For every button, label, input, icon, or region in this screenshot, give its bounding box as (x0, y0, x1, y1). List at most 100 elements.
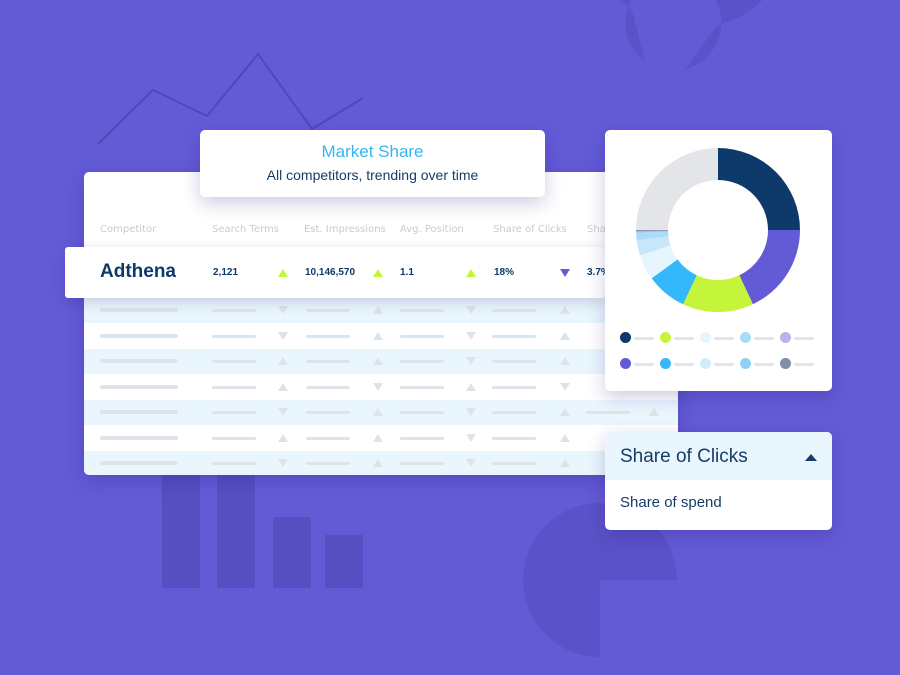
page-subtitle: All competitors, trending over time (266, 167, 479, 183)
placeholder-name (100, 384, 178, 389)
legend-item[interactable] (620, 358, 660, 370)
table-row-adthena[interactable]: Adthena 2,121 10,146,570 1.1 18% 3.7% (65, 247, 610, 298)
legend-item[interactable] (780, 332, 820, 344)
legend-item[interactable] (700, 358, 740, 370)
placeholder-value (306, 462, 350, 465)
column-header-avg-position[interactable]: Avg. Position (400, 224, 464, 235)
legend-item[interactable] (740, 332, 780, 344)
legend-label-placeholder (754, 363, 774, 366)
trend-down-icon (466, 331, 476, 340)
trend-down-icon (278, 408, 288, 416)
placeholder-name (100, 333, 178, 338)
trend-up-icon (278, 357, 288, 365)
table-row[interactable] (84, 349, 678, 374)
legend-item[interactable] (620, 332, 660, 344)
page-title: Market Share (321, 142, 424, 161)
trend-down-icon (278, 306, 288, 314)
trend-down-icon (278, 459, 288, 467)
legend-swatch (620, 358, 631, 369)
table-row[interactable] (84, 451, 678, 475)
placeholder-value (212, 334, 256, 338)
table-row[interactable] (84, 324, 678, 349)
trend-up-icon (560, 433, 570, 442)
placeholder-value (400, 334, 444, 338)
trend-down-icon (466, 306, 476, 314)
caret-up-icon[interactable] (805, 454, 817, 461)
trend-down-icon (466, 459, 476, 467)
trend-up-icon (278, 433, 288, 442)
competitor-name: Adthena (100, 261, 176, 282)
metric-dropdown[interactable]: Share of Clicks Share of spend (605, 432, 832, 530)
placeholder-value (306, 334, 350, 338)
placeholder-value (400, 385, 444, 389)
legend-swatch (700, 332, 711, 343)
legend-swatch (620, 332, 631, 343)
competitor-table: Competitor Search Terms Est. Impressions… (84, 172, 678, 475)
placeholder-value (212, 462, 256, 465)
placeholder-name (100, 410, 178, 414)
column-header-search-terms[interactable]: Search Terms (212, 224, 279, 235)
bg-bar (325, 535, 363, 588)
dropdown-selected[interactable]: Share of Clicks (605, 432, 832, 480)
placeholder-value (492, 385, 536, 389)
dropdown-option-share-of-spend[interactable]: Share of spend (620, 494, 722, 511)
legend-label-placeholder (794, 337, 814, 340)
placeholder-value (306, 436, 350, 440)
placeholder-value (212, 360, 256, 363)
bg-bar (273, 517, 311, 588)
donut-slice[interactable] (718, 148, 800, 230)
legend-label-placeholder (634, 363, 654, 366)
trend-down-icon (560, 382, 570, 391)
donut-slice[interactable] (739, 230, 800, 305)
legend-label-placeholder (794, 363, 814, 366)
bg-bar (162, 470, 200, 588)
trend-up-icon (560, 459, 570, 467)
placeholder-name (100, 461, 178, 465)
legend-label-placeholder (754, 337, 774, 340)
bg-bar-chart (162, 470, 363, 588)
trend-down-icon (278, 331, 288, 340)
table-row[interactable] (84, 375, 678, 400)
legend-swatch (660, 358, 671, 369)
trend-up-icon (278, 269, 288, 277)
placeholder-name (100, 435, 178, 440)
legend-swatch (780, 358, 791, 369)
legend-swatch (660, 332, 671, 343)
placeholder-value (212, 436, 256, 440)
column-header-est-impressions[interactable]: Est. Impressions (304, 224, 386, 235)
trend-up-icon (373, 357, 383, 365)
donut-chart (636, 148, 800, 312)
column-header-share-of-clicks[interactable]: Share of Clicks (493, 224, 567, 235)
legend-label-placeholder (714, 337, 734, 340)
placeholder-value (400, 462, 444, 465)
legend-swatch (740, 358, 751, 369)
placeholder-value (400, 436, 444, 440)
trend-up-icon (466, 269, 476, 277)
placeholder-value (400, 309, 444, 312)
placeholder-value (306, 385, 350, 389)
title-card: Market Share All competitors, trending o… (200, 130, 545, 197)
placeholder-value (492, 411, 536, 414)
legend-item[interactable] (740, 358, 780, 370)
legend-label-placeholder (674, 337, 694, 340)
table-row[interactable] (84, 426, 678, 451)
placeholder-value (400, 360, 444, 363)
donut-slice[interactable] (636, 148, 718, 230)
trend-up-icon (373, 306, 383, 314)
legend-item[interactable] (780, 358, 820, 370)
table-row[interactable] (84, 298, 678, 323)
placeholder-value (400, 411, 444, 414)
column-header-competitor[interactable]: Competitor (100, 224, 156, 235)
est-impressions-value: 10,146,570 (305, 267, 356, 278)
placeholder-value (492, 334, 536, 338)
legend-item[interactable] (660, 332, 700, 344)
trend-up-icon (560, 357, 570, 365)
table-row[interactable] (84, 400, 678, 425)
column-header-share-next[interactable]: Sha (587, 224, 606, 235)
legend-item[interactable] (660, 358, 700, 370)
legend-item[interactable] (700, 332, 740, 344)
legend-swatch (780, 332, 791, 343)
search-terms-value: 2,121 (213, 267, 239, 278)
legend-label-placeholder (674, 363, 694, 366)
placeholder-value (492, 360, 536, 363)
